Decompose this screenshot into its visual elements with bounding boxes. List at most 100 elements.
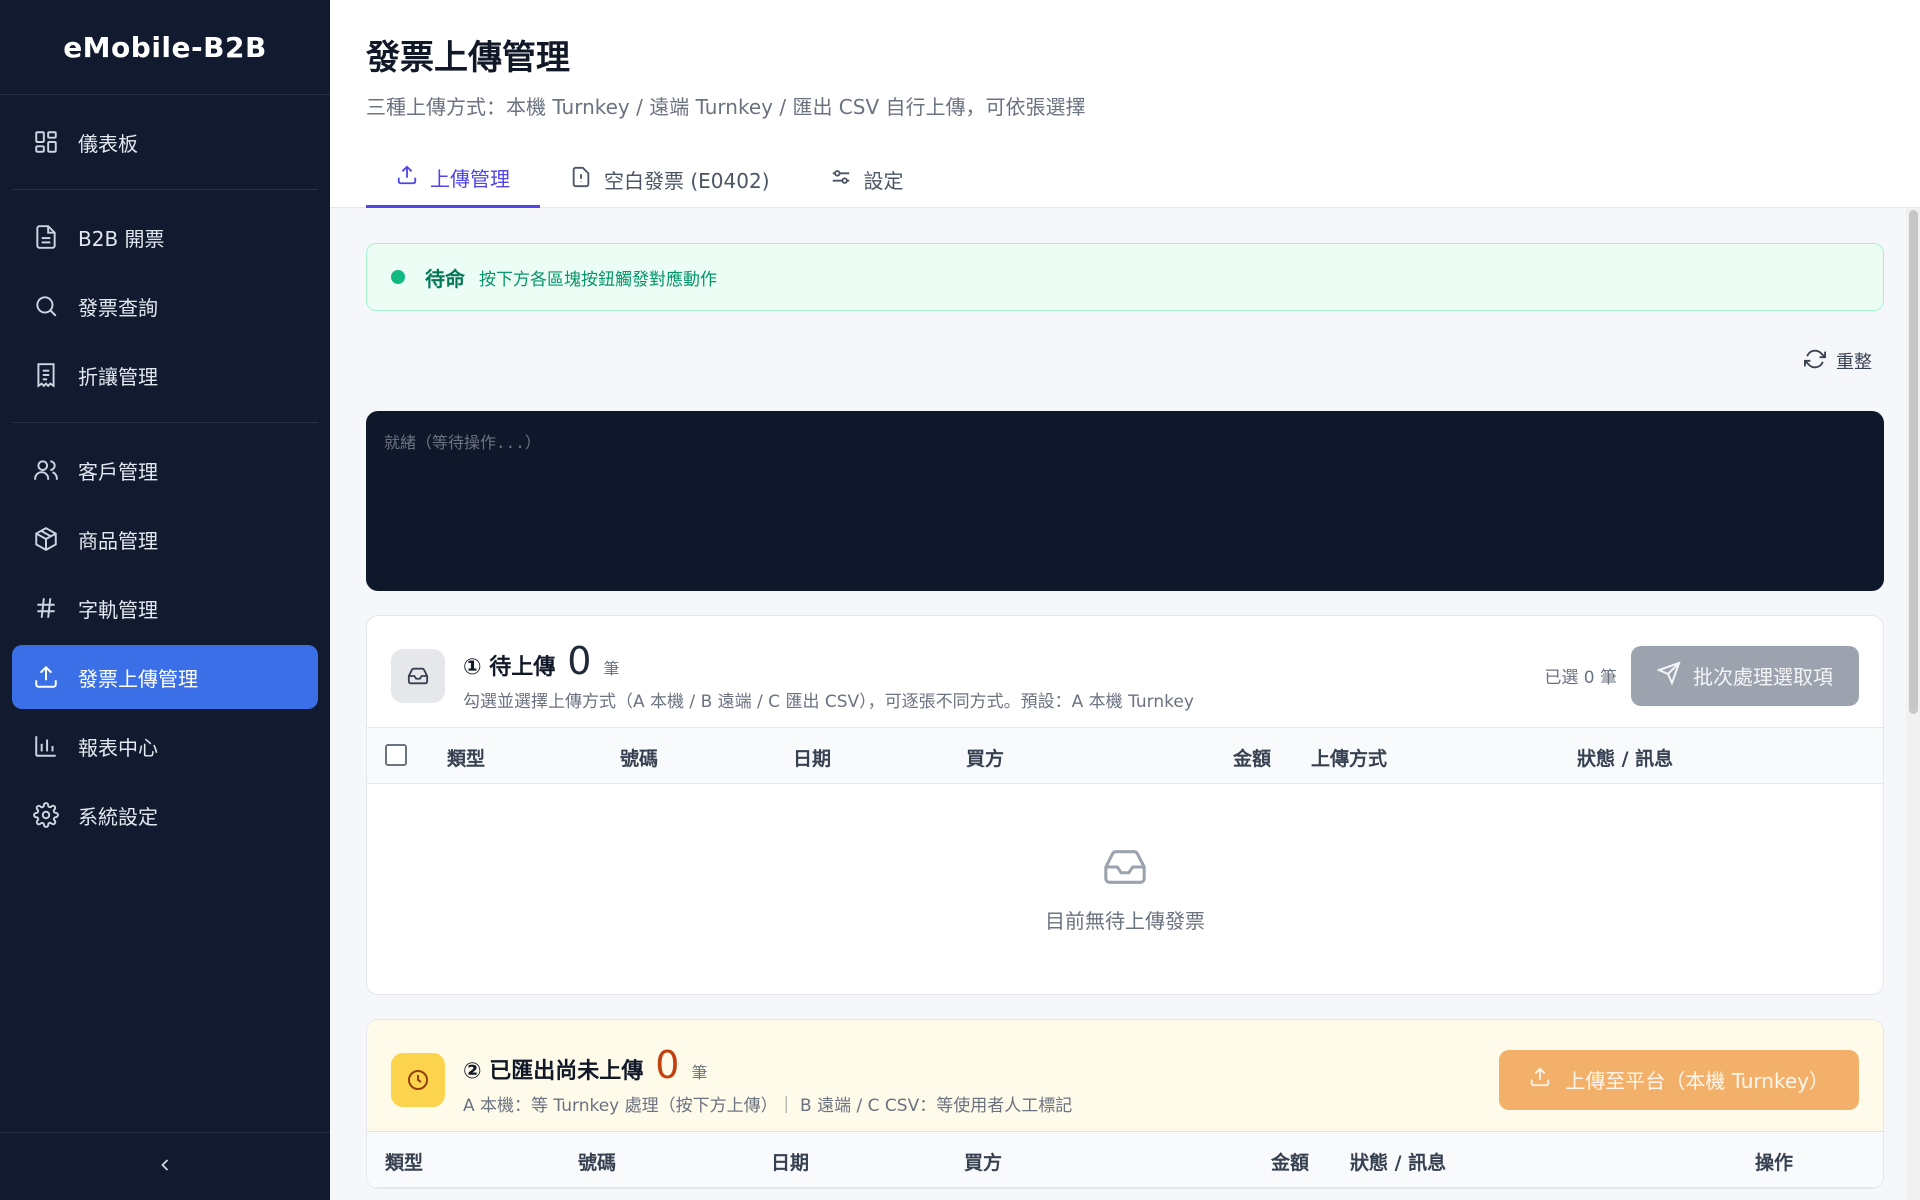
table-header: 類型 號碼 日期 買方 金額 狀態 / 訊息 操作 xyxy=(367,1132,1883,1188)
column-header: 狀態 / 訊息 xyxy=(1350,1152,1447,1174)
gear-icon xyxy=(30,799,62,831)
refresh-icon xyxy=(1804,348,1836,375)
sidebar-item-products[interactable]: 商品管理 xyxy=(12,507,318,571)
search-icon xyxy=(30,290,62,322)
console-text: 就緒（等待操作...） xyxy=(384,433,541,452)
column-header: 買方 xyxy=(966,748,1005,770)
table-header: 類型 號碼 日期 買方 金額 上傳方式 狀態 / 訊息 xyxy=(367,728,1883,784)
sidebar-item-label: 商品管理 xyxy=(78,528,158,553)
upload-icon xyxy=(30,661,62,693)
main-area: 發票上傳管理 三種上傳方式：本機 Turnkey / 遠端 Turnkey / … xyxy=(330,0,1920,1200)
sidebar: eMobile-B2B 儀表板 B2B 開票 發票查詢 折讓管理 客戶管理 商品… xyxy=(0,0,330,1200)
sidebar-item-label: B2B 開票 xyxy=(78,226,165,251)
select-all-checkbox[interactable] xyxy=(385,744,407,766)
file-alert-icon xyxy=(570,166,604,193)
sidebar-item-customers[interactable]: 客戶管理 xyxy=(12,438,318,502)
sliders-icon xyxy=(830,166,864,193)
button-label: 批次處理選取項 xyxy=(1693,665,1833,689)
upload-icon xyxy=(1529,1066,1565,1093)
status-label: 待命 xyxy=(425,266,465,291)
package-icon xyxy=(30,523,62,555)
hash-icon xyxy=(30,592,62,624)
exported-count: 0 xyxy=(655,1043,680,1087)
card-description: A 本機：等 Turnkey 處理（按下方上傳）｜ B 遠端 / C CSV：等… xyxy=(463,1096,1073,1116)
brand-logo: eMobile-B2B xyxy=(0,0,330,95)
users-icon xyxy=(30,454,62,486)
clock-icon xyxy=(391,1052,445,1107)
tab-label: 設定 xyxy=(863,168,904,193)
sidebar-collapse-button[interactable] xyxy=(0,1132,330,1200)
content-area: 待命 按下方各區塊按鈕觸發對應動作 重整 就緒（等待操作...） ① 待上傳 0… xyxy=(330,208,1920,1189)
batch-process-button[interactable]: 批次處理選取項 xyxy=(1631,645,1859,706)
status-banner: 待命 按下方各區塊按鈕觸發對應動作 xyxy=(366,243,1884,311)
selected-count: 已選 0 筆 xyxy=(1544,668,1617,688)
upload-to-platform-button[interactable]: 上傳至平台（本機 Turnkey） xyxy=(1499,1049,1859,1110)
dashboard-icon xyxy=(30,126,62,158)
receipt-icon xyxy=(30,359,62,391)
card-description: 勾選並選擇上傳方式（A 本機 / B 遠端 / C 匯出 CSV），可逐張不同方… xyxy=(463,692,1194,712)
count-unit: 筆 xyxy=(603,659,620,678)
chevron-left-icon xyxy=(155,1155,175,1179)
tab-settings[interactable]: 設定 xyxy=(800,150,934,208)
column-header: 號碼 xyxy=(620,748,659,770)
card-header: ① 待上傳 0 筆 勾選並選擇上傳方式（A 本機 / B 遠端 / C 匯出 C… xyxy=(367,616,1883,728)
column-header: 上傳方式 xyxy=(1311,748,1388,770)
button-label: 上傳至平台（本機 Turnkey） xyxy=(1565,1069,1829,1093)
column-header: 金額 xyxy=(1271,1152,1310,1174)
sidebar-item-settings[interactable]: 系統設定 xyxy=(12,783,318,847)
page-title: 發票上傳管理 xyxy=(366,38,570,78)
card-header: ② 已匯出尚未上傳 0 筆 A 本機：等 Turnkey 處理（按下方上傳）｜ … xyxy=(367,1020,1883,1132)
exported-card: ② 已匯出尚未上傳 0 筆 A 本機：等 Turnkey 處理（按下方上傳）｜ … xyxy=(366,1019,1884,1189)
sidebar-item-reports[interactable]: 報表中心 xyxy=(12,714,318,778)
sidebar-item-label: 客戶管理 xyxy=(78,459,158,484)
send-icon xyxy=(1656,661,1693,690)
tab-label: 上傳管理 xyxy=(430,167,510,191)
bar-chart-icon xyxy=(30,730,62,762)
refresh-button[interactable]: 重整 xyxy=(1804,348,1872,375)
document-icon xyxy=(30,221,62,253)
log-console: 就緒（等待操作...） xyxy=(366,411,1884,591)
page-subtitle: 三種上傳方式：本機 Turnkey / 遠端 Turnkey / 匯出 CSV … xyxy=(366,95,1086,119)
column-header: 類型 xyxy=(385,1152,424,1174)
column-header: 號碼 xyxy=(578,1152,617,1174)
sidebar-item-label: 儀表板 xyxy=(78,131,138,156)
sidebar-item-invoice-query[interactable]: 發票查詢 xyxy=(12,274,318,338)
inbox-icon xyxy=(1102,844,1148,905)
pending-upload-card: ① 待上傳 0 筆 勾選並選擇上傳方式（A 本機 / B 遠端 / C 匯出 C… xyxy=(366,615,1884,995)
count-unit: 筆 xyxy=(691,1063,708,1082)
card-title: ② 已匯出尚未上傳 xyxy=(463,1059,644,1084)
empty-message: 目前無待上傳發票 xyxy=(1045,909,1205,933)
status-dot-icon xyxy=(391,270,405,284)
upload-icon xyxy=(396,164,430,191)
sidebar-item-dashboard[interactable]: 儀表板 xyxy=(12,110,318,174)
column-header: 操作 xyxy=(1755,1152,1794,1174)
column-header: 日期 xyxy=(771,1152,810,1174)
sidebar-item-invoice-upload[interactable]: 發票上傳管理 xyxy=(12,645,318,709)
sidebar-item-label: 發票查詢 xyxy=(78,295,158,320)
tab-blank-invoice[interactable]: 空白發票 (E0402) xyxy=(540,150,800,208)
inbox-icon xyxy=(391,648,445,703)
sidebar-item-track[interactable]: 字軌管理 xyxy=(12,576,318,640)
page-header: 發票上傳管理 三種上傳方式：本機 Turnkey / 遠端 Turnkey / … xyxy=(330,0,1920,208)
sidebar-item-b2b-invoice[interactable]: B2B 開票 xyxy=(12,205,318,269)
tab-bar: 上傳管理 空白發票 (E0402) 設定 xyxy=(366,150,1884,208)
sidebar-item-label: 系統設定 xyxy=(78,804,158,829)
status-message: 按下方各區塊按鈕觸發對應動作 xyxy=(479,269,717,290)
column-header: 日期 xyxy=(793,748,832,770)
pending-count: 0 xyxy=(567,639,592,683)
sidebar-item-allowance[interactable]: 折讓管理 xyxy=(12,343,318,407)
sidebar-item-label: 折讓管理 xyxy=(78,364,158,389)
empty-state: 目前無待上傳發票 xyxy=(367,784,1883,994)
tab-upload-management[interactable]: 上傳管理 xyxy=(366,150,540,208)
card-title: ① 待上傳 xyxy=(463,655,556,680)
scrollbar-thumb[interactable] xyxy=(1909,210,1918,714)
column-header: 類型 xyxy=(447,748,486,770)
column-header: 狀態 / 訊息 xyxy=(1577,748,1674,770)
refresh-label: 重整 xyxy=(1836,352,1872,373)
toolbar: 重整 xyxy=(366,311,1884,411)
sidebar-item-label: 發票上傳管理 xyxy=(78,666,198,691)
column-header: 買方 xyxy=(964,1152,1003,1174)
scrollbar[interactable] xyxy=(1906,208,1920,1200)
sidebar-item-label: 報表中心 xyxy=(78,735,158,760)
tab-label: 空白發票 (E0402) xyxy=(604,168,770,193)
